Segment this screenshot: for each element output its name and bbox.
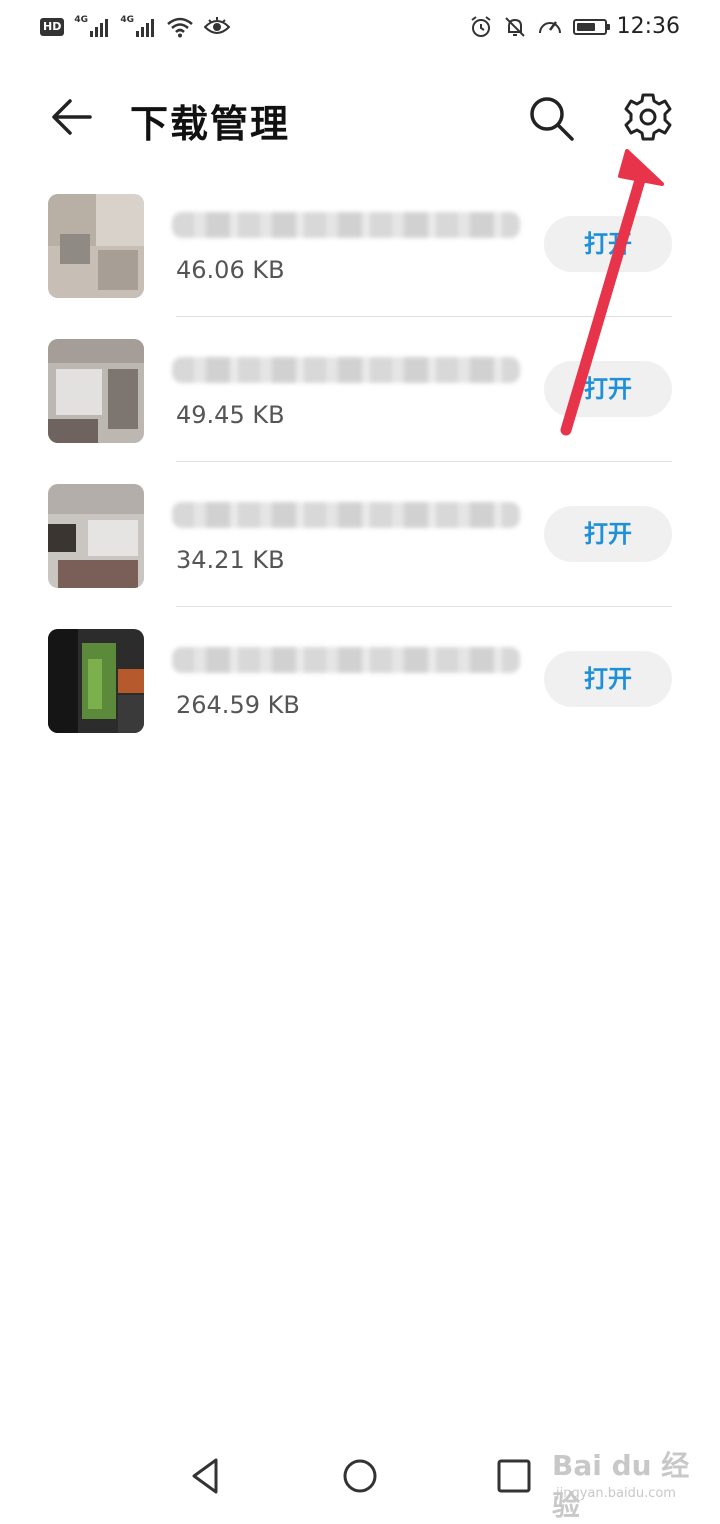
open-button[interactable]: 打开	[544, 216, 672, 272]
file-name-redacted	[172, 647, 520, 673]
list-item[interactable]: 34.21 KB 打开	[0, 462, 720, 607]
nav-recent-icon[interactable]	[494, 1456, 534, 1496]
battery-icon	[572, 18, 610, 35]
wifi-icon	[167, 17, 194, 38]
watermark-url: jingyan.baidu.com	[556, 1486, 676, 1501]
hd-volte-icon: HD	[40, 18, 65, 36]
signal-icon: 4G	[74, 15, 110, 37]
file-size: 34.21 KB	[176, 546, 285, 574]
list-item[interactable]: 264.59 KB 打开	[0, 607, 720, 752]
file-size: 264.59 KB	[176, 691, 300, 719]
gear-icon	[624, 93, 672, 141]
list-item[interactable]: 49.45 KB 打开	[0, 317, 720, 462]
file-thumbnail	[48, 629, 144, 733]
open-button[interactable]: 打开	[544, 361, 672, 417]
speed-icon	[538, 20, 561, 33]
status-bar: HD 4G 4G 12:36	[0, 0, 720, 62]
search-icon	[530, 97, 574, 141]
file-thumbnail	[48, 484, 144, 588]
download-list: 46.06 KB 打开 49.45 KB 打开 34.21 KB 打开 264.…	[0, 172, 720, 752]
open-button[interactable]: 打开	[544, 506, 672, 562]
nav-home-icon[interactable]	[340, 1456, 380, 1496]
mute-icon	[504, 16, 525, 37]
signal-icon: 4G	[120, 15, 156, 37]
arrow-left-icon	[52, 99, 92, 135]
clock: 12:36	[616, 14, 680, 39]
file-name-redacted	[172, 357, 520, 383]
open-button[interactable]: 打开	[544, 651, 672, 707]
nav-back-icon[interactable]	[186, 1456, 226, 1496]
status-left: HD 4G 4G	[40, 15, 231, 38]
search-button[interactable]	[526, 93, 578, 145]
eye-comfort-icon	[204, 17, 231, 34]
file-size: 49.45 KB	[176, 401, 285, 429]
file-thumbnail	[48, 339, 144, 443]
app-bar: 下载管理	[0, 75, 720, 161]
list-item[interactable]: 46.06 KB 打开	[0, 172, 720, 317]
file-size: 46.06 KB	[176, 256, 285, 284]
watermark: Bai du 经验 jingyan.baidu.com	[552, 1440, 702, 1522]
alarm-icon	[470, 15, 491, 37]
file-thumbnail	[48, 194, 144, 298]
settings-button[interactable]	[622, 91, 674, 143]
file-name-redacted	[172, 502, 520, 528]
back-button[interactable]	[48, 95, 96, 143]
file-name-redacted	[172, 212, 520, 238]
watermark-logo: Bai du 经验	[552, 1449, 690, 1522]
status-right: 12:36	[469, 14, 680, 39]
page-title: 下载管理	[130, 102, 291, 146]
